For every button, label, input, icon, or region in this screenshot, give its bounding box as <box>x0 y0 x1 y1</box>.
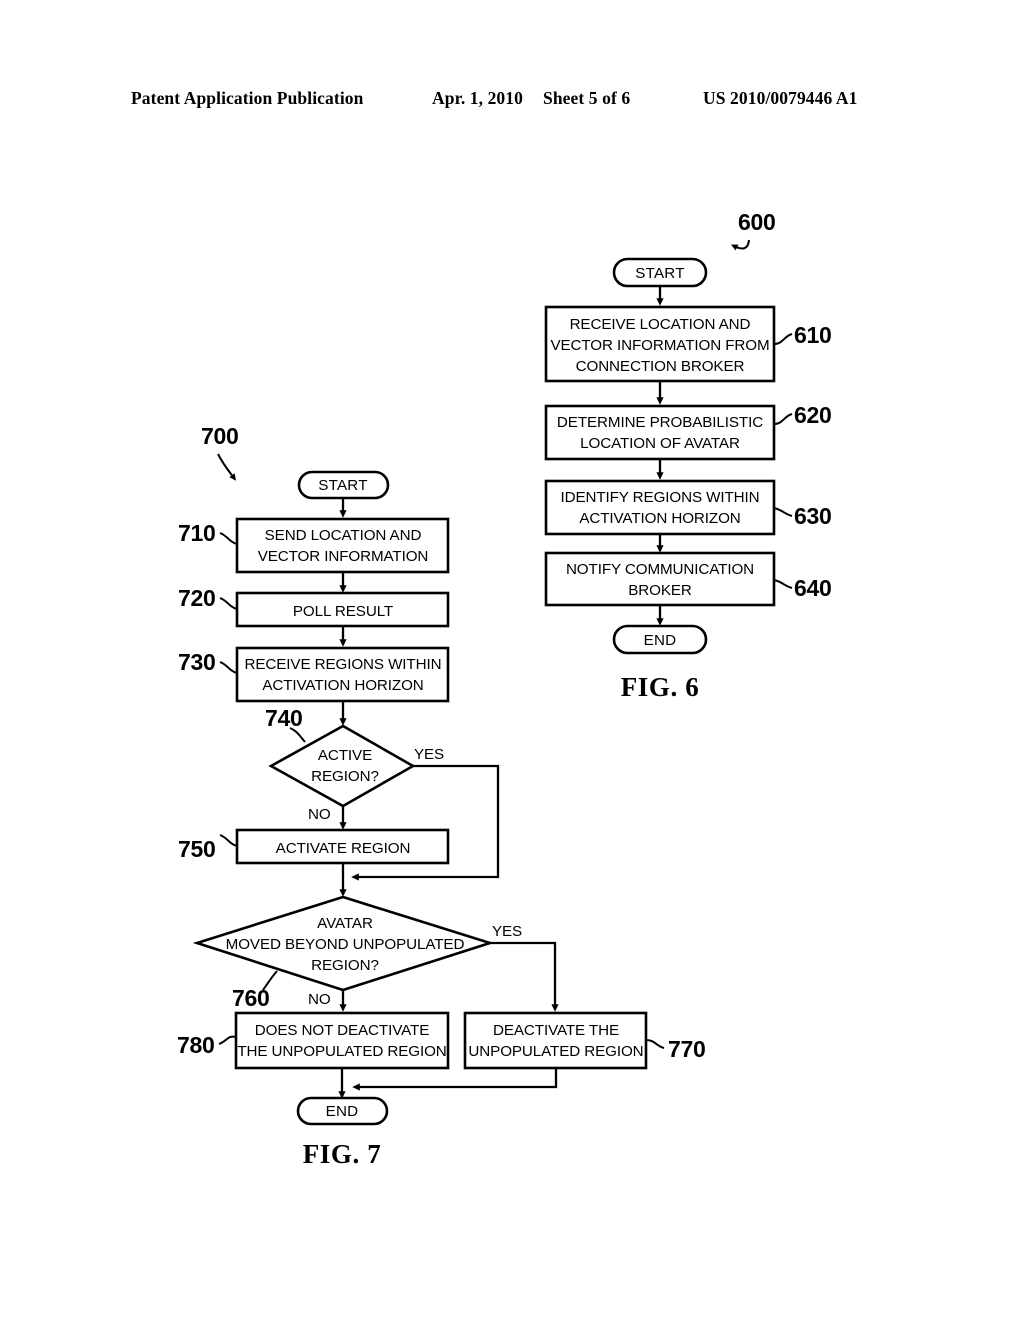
fig7-ref-720-leader <box>219 597 238 610</box>
fig7-step-710-line1: SEND LOCATION AND <box>265 527 422 544</box>
fig6-step-610-line1: RECEIVE LOCATION AND <box>570 316 751 333</box>
fig6-step-610-line2: VECTOR INFORMATION FROM <box>550 337 769 354</box>
fig7-branch-yes-760: YES <box>492 923 522 940</box>
fig7-ref-710-leader <box>219 532 238 545</box>
fig7-decision-740-line2: REGION? <box>311 768 379 785</box>
fig7-decision-760-line3: REGION? <box>311 957 379 974</box>
fig6-step-620-line2: LOCATION OF AVATAR <box>580 435 740 452</box>
fig7-step-770-line2: UNPOPULATED REGION <box>468 1043 643 1060</box>
fig6-step-610-line3: CONNECTION BROKER <box>576 358 745 375</box>
fig6-ref-640: 640 <box>794 575 831 601</box>
fig6-start-label: START <box>635 265 684 282</box>
fig6-ref-620: 620 <box>794 402 831 428</box>
fig7-ref-730: 730 <box>178 649 215 675</box>
figure-6: 600 START RECEIVE LOCATION AND VECTOR IN… <box>544 209 832 702</box>
figure-6-caption: FIG. 6 <box>621 672 700 702</box>
figure-7-reference-leader <box>217 453 237 481</box>
fig7-ref-770: 770 <box>668 1036 705 1062</box>
fig7-start-label: START <box>318 477 367 494</box>
fig7-branch-no-760: NO <box>308 991 331 1008</box>
figure-6-reference-leader <box>730 239 750 251</box>
fig7-ref-760: 760 <box>232 985 269 1011</box>
figure-7-caption: FIG. 7 <box>303 1139 382 1169</box>
fig7-step-730-line2: ACTIVATION HORIZON <box>262 677 423 694</box>
fig7-step-720-line1: POLL RESULT <box>293 603 393 620</box>
fig6-ref-630: 630 <box>794 503 831 529</box>
fig7-ref-750-leader <box>219 834 238 847</box>
fig7-step-750-line1: ACTIVATE REGION <box>276 840 411 857</box>
patent-drawing-sheet: 600 START RECEIVE LOCATION AND VECTOR IN… <box>177 209 832 1169</box>
fig7-decision-760-line1: AVATAR <box>317 915 373 932</box>
fig7-decision-740-line1: ACTIVE <box>318 747 372 764</box>
fig7-branch-yes-740: YES <box>414 746 444 763</box>
fig6-ref-620-leader <box>773 413 793 425</box>
fig6-step-630-line1: IDENTIFY REGIONS WITHIN <box>560 489 759 506</box>
fig6-ref-640-leader <box>773 579 793 589</box>
fig6-step-620-line1: DETERMINE PROBABILISTIC <box>557 414 763 431</box>
fig7-ref-740: 740 <box>265 705 302 731</box>
fig7-step-710-line2: VECTOR INFORMATION <box>258 548 429 565</box>
fig7-ref-780-leader <box>218 1035 237 1045</box>
fig6-step-640-line1: NOTIFY COMMUNICATION <box>566 561 754 578</box>
fig7-ref-710: 710 <box>178 520 215 546</box>
fig7-decision-740-diamond <box>268 724 416 808</box>
fig7-step-730-line1: RECEIVE REGIONS WITHIN <box>245 656 442 673</box>
figure-6-reference-numeral: 600 <box>738 209 775 235</box>
fig6-ref-610: 610 <box>794 322 831 348</box>
fig6-step-630-line2: ACTIVATION HORIZON <box>579 510 740 527</box>
fig6-end-label: END <box>644 632 677 649</box>
fig7-step-780-line1: DOES NOT DEACTIVATE <box>255 1022 429 1039</box>
fig7-end-label: END <box>326 1103 359 1120</box>
fig6-step-640-line2: BROKER <box>628 582 692 599</box>
fig7-branch-no-740: NO <box>308 806 331 823</box>
fig7-connector-760-yes <box>490 941 559 1012</box>
fig6-ref-630-leader <box>773 507 793 517</box>
figure-7-reference-numeral: 700 <box>201 423 238 449</box>
fig7-ref-730-leader <box>219 661 238 674</box>
fig7-connector-770-to-end <box>352 1068 558 1091</box>
fig7-step-770-line1: DEACTIVATE THE <box>493 1022 619 1039</box>
fig7-ref-720: 720 <box>178 585 215 611</box>
fig7-step-780-line2: THE UNPOPULATED REGION <box>237 1043 446 1060</box>
fig7-ref-770-leader <box>645 1039 665 1049</box>
fig7-ref-750: 750 <box>178 836 215 862</box>
fig7-decision-760-line2: MOVED BEYOND UNPOPULATED <box>226 936 465 953</box>
fig6-ref-610-leader <box>773 333 793 345</box>
fig7-ref-780: 780 <box>177 1032 214 1058</box>
